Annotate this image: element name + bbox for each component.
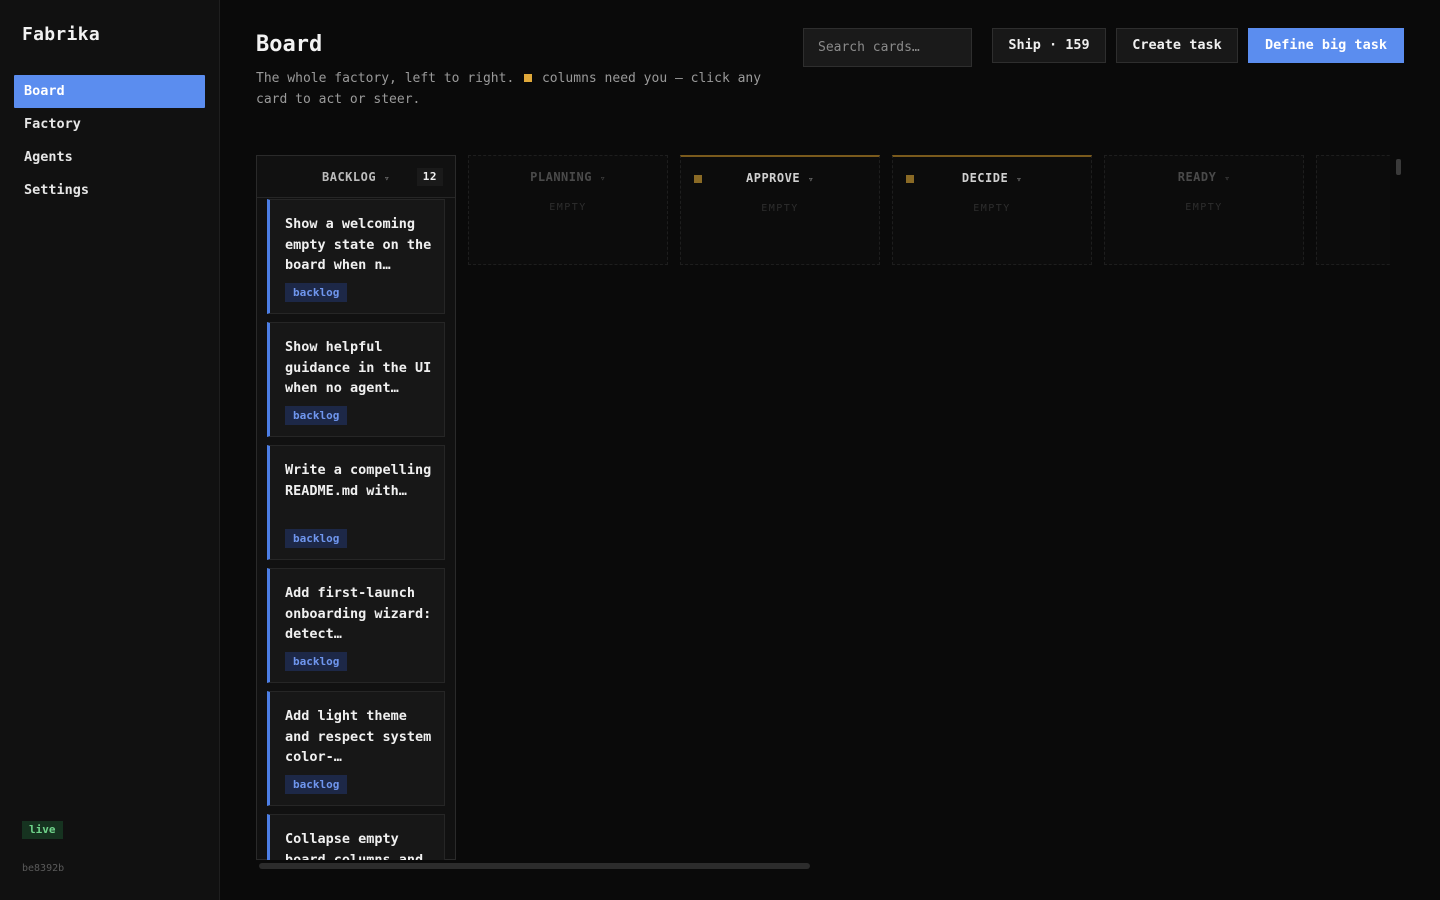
filter-caret-icon[interactable]: ▿ xyxy=(808,159,814,201)
sidebar-item-board[interactable]: Board xyxy=(14,75,205,108)
column-scrollbar[interactable] xyxy=(1396,159,1401,175)
column-title: PLANNING xyxy=(530,170,592,184)
card-status-tag: backlog xyxy=(285,775,348,794)
task-card[interactable]: Write a compelling README.md with… backl… xyxy=(267,445,445,560)
task-card[interactable]: Add light theme and respect system color… xyxy=(267,691,445,806)
filter-caret-icon[interactable]: ▿ xyxy=(1224,158,1230,200)
empty-label: EMPTY xyxy=(1185,202,1223,213)
column-title: BACKLOG xyxy=(322,170,377,184)
column-approve: APPROVE ▿ EMPTY xyxy=(680,155,880,265)
card-status-tag: backlog xyxy=(285,283,348,302)
page-title: Board xyxy=(256,32,323,57)
sidebar-nav: Board Factory Agents Settings xyxy=(14,75,205,207)
column-header-ready[interactable]: READY ▿ xyxy=(1105,156,1303,198)
column-header-planning[interactable]: PLANNING ▿ xyxy=(469,156,667,198)
sidebar: Fabrika Board Factory Agents Settings li… xyxy=(0,0,220,900)
column-title: DECIDE xyxy=(961,171,1009,185)
card-title: Add first-launch onboarding wizard: dete… xyxy=(285,585,432,642)
subtitle-text-start: The whole factory, left to right. xyxy=(256,71,515,86)
filter-caret-icon[interactable]: ▿ xyxy=(600,158,606,200)
board: BACKLOG ▿ 12 Show a welcoming empty state… xyxy=(256,155,1390,860)
column-header-decide[interactable]: DECIDE ▿ xyxy=(893,157,1091,199)
empty-label: EMPTY xyxy=(549,202,587,213)
sidebar-item-settings[interactable]: Settings xyxy=(14,174,205,207)
column-planning: PLANNING ▿ EMPTY xyxy=(468,155,668,265)
column-header-running[interactable]: RU xyxy=(1317,156,1390,198)
column-title: READY xyxy=(1177,170,1217,184)
card-status-tag: backlog xyxy=(285,652,348,671)
filter-caret-icon[interactable]: ▿ xyxy=(384,158,390,200)
horizontal-scrollbar[interactable] xyxy=(259,863,810,869)
commit-hash: be8392b xyxy=(22,863,65,874)
column-header-approve[interactable]: APPROVE ▿ xyxy=(681,157,879,199)
card-status-tag: backlog xyxy=(285,529,348,548)
column-count: 12 xyxy=(416,168,443,186)
task-card[interactable]: Add first-launch onboarding wizard: dete… xyxy=(267,568,445,683)
column-header-backlog[interactable]: BACKLOG ▿ 12 xyxy=(257,156,455,198)
task-card[interactable]: Show helpful guidance in the UI when no … xyxy=(267,322,445,437)
empty-label: EMPTY xyxy=(761,203,799,214)
column-backlog: BACKLOG ▿ 12 Show a welcoming empty state… xyxy=(256,155,456,860)
card-title: Collapse empty board columns and xyxy=(285,831,424,860)
column-title: APPROVE xyxy=(746,171,801,185)
filter-caret-icon[interactable]: ▿ xyxy=(1016,159,1022,201)
column-running-partial: RU xyxy=(1316,155,1390,265)
live-status-badge: live xyxy=(22,821,63,839)
card-list: Show a welcoming empty state on the boar… xyxy=(267,199,445,860)
card-title: Add light theme and respect system color… xyxy=(285,708,432,765)
column-ready: READY ▿ EMPTY xyxy=(1104,155,1304,265)
search-input[interactable] xyxy=(803,28,972,67)
card-title: Write a compelling README.md with… xyxy=(285,462,432,499)
sidebar-item-factory[interactable]: Factory xyxy=(14,108,205,141)
page-subtitle: The whole factory, left to right. column… xyxy=(256,68,776,110)
card-title: Show helpful guidance in the UI when no … xyxy=(285,339,432,396)
card-title: Show a welcoming empty state on the boar… xyxy=(285,216,432,273)
card-status-tag: backlog xyxy=(285,406,348,425)
empty-label: EMPTY xyxy=(973,203,1011,214)
app-brand: Fabrika xyxy=(22,24,100,45)
attention-square-icon xyxy=(524,74,533,82)
task-card[interactable]: Show a welcoming empty state on the boar… xyxy=(267,199,445,314)
sidebar-item-agents[interactable]: Agents xyxy=(14,141,205,174)
define-big-task-button[interactable]: Define big task xyxy=(1248,28,1404,63)
column-decide: DECIDE ▿ EMPTY xyxy=(892,155,1092,265)
create-task-button[interactable]: Create task xyxy=(1116,28,1238,63)
task-card[interactable]: Collapse empty board columns and backlog xyxy=(267,814,445,860)
ship-button[interactable]: Ship · 159 xyxy=(992,28,1106,63)
